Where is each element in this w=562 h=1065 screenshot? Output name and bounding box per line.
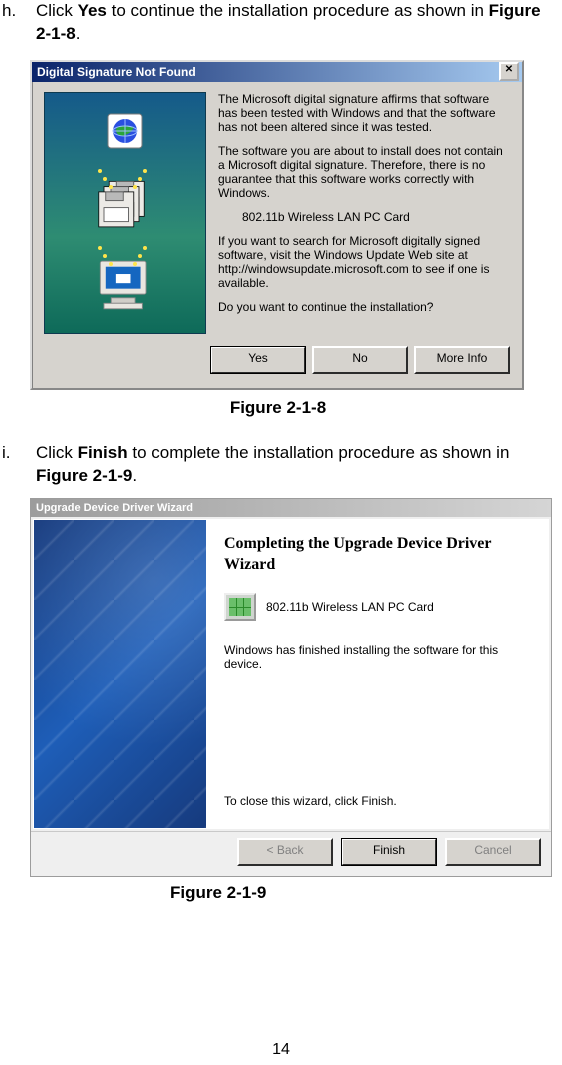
wizard-device-name: 802.11b Wireless LAN PC Card xyxy=(266,600,434,614)
wizard-heading: Completing the Upgrade Device Driver Wiz… xyxy=(224,534,530,576)
dialog-titlebar: Digital Signature Not Found ✕ xyxy=(32,62,522,82)
step-body: Click Finish to complete the installatio… xyxy=(36,442,556,488)
close-button[interactable]: ✕ xyxy=(499,62,519,81)
dialog-paragraph: The Microsoft digital signature affirms … xyxy=(218,92,510,134)
dialog-button-row: Yes No More Info xyxy=(32,340,522,388)
wizard-device-row: 802.11b Wireless LAN PC Card xyxy=(224,593,530,621)
back-button[interactable]: < Back xyxy=(237,838,333,866)
step-text: . xyxy=(76,24,81,43)
step-bold-click-target: Finish xyxy=(78,443,128,462)
cancel-button[interactable]: Cancel xyxy=(445,838,541,866)
no-button[interactable]: No xyxy=(312,346,408,374)
step-text: to complete the installation procedure a… xyxy=(128,443,510,462)
dialog-digital-signature: Digital Signature Not Found ✕ xyxy=(30,60,524,390)
wizard-close-line: To close this wizard, click Finish. xyxy=(224,794,530,808)
wizard-status-line: Windows has finished installing the soft… xyxy=(224,643,530,671)
page-number: 14 xyxy=(0,1041,562,1059)
yes-button[interactable]: Yes xyxy=(210,346,306,374)
dialog-driver-wizard: Upgrade Device Driver Wizard Completing … xyxy=(30,498,552,877)
dialog-device-name: 802.11b Wireless LAN PC Card xyxy=(218,210,510,224)
wizard-sidebar-graphic xyxy=(34,520,206,828)
network-card-icon xyxy=(224,593,256,621)
dialog-paragraph: Do you want to continue the installation… xyxy=(218,300,510,314)
instruction-step-i: i. Click Finish to complete the installa… xyxy=(0,442,556,488)
step-bullet: h. xyxy=(0,0,36,23)
dialog-text-area: The Microsoft digital signature affirms … xyxy=(218,92,510,334)
figure-caption: Figure 2-1-9 xyxy=(0,883,556,903)
step-text: Click xyxy=(36,443,78,462)
step-bold-figure-ref: Figure 2-1-9 xyxy=(36,466,132,485)
step-text: to continue the installation procedure a… xyxy=(107,1,489,20)
step-bullet: i. xyxy=(0,442,36,465)
dialog-paragraph: If you want to search for Microsoft digi… xyxy=(218,234,510,290)
dialog-sidebar-graphic xyxy=(44,92,206,334)
step-bold-click-target: Yes xyxy=(78,1,107,20)
connector-dots-icon xyxy=(45,93,205,333)
instruction-step-h: h. Click Yes to continue the installatio… xyxy=(0,0,556,46)
dialog-content: The Microsoft digital signature affirms … xyxy=(32,82,522,340)
more-info-button[interactable]: More Info xyxy=(414,346,510,374)
dialog-titlebar: Upgrade Device Driver Wizard xyxy=(31,499,551,517)
finish-button[interactable]: Finish xyxy=(341,838,437,866)
wizard-right-panel: Completing the Upgrade Device Driver Wiz… xyxy=(206,520,548,828)
step-body: Click Yes to continue the installation p… xyxy=(36,0,556,46)
step-text: . xyxy=(132,466,137,485)
wizard-button-row: < Back Finish Cancel xyxy=(31,831,551,876)
dialog-title: Digital Signature Not Found xyxy=(37,65,196,79)
dialog-paragraph: The software you are about to install do… xyxy=(218,144,510,200)
step-text: Click xyxy=(36,1,78,20)
figure-caption: Figure 2-1-8 xyxy=(0,398,556,418)
wizard-body: Completing the Upgrade Device Driver Wiz… xyxy=(33,519,549,829)
